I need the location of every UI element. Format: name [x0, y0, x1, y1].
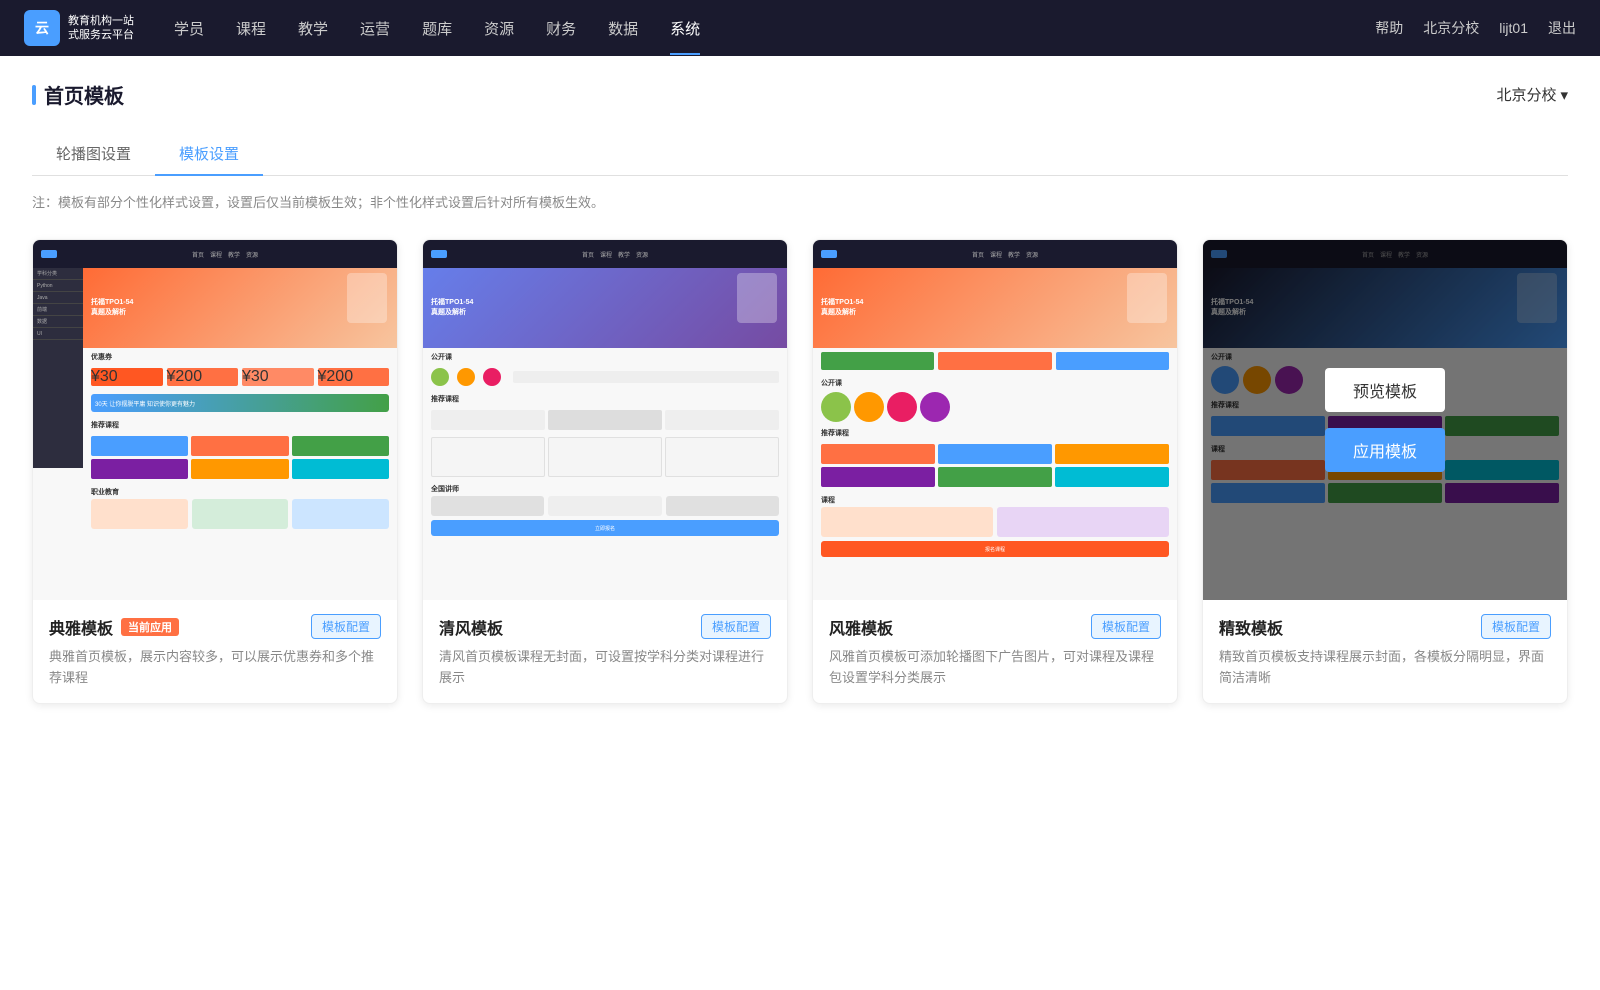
nav-item-system[interactable]: 系统: [670, 14, 700, 43]
template-preview-elegant: 首页 课程 教学 资源 学科分类 Python Java 前端: [33, 240, 397, 600]
nav-right: 帮助 北京分校 lijt01 退出: [1375, 18, 1576, 38]
template-name-elegant: 典雅模板 当前应用: [49, 615, 179, 639]
template-name-fengya: 风雅模板: [829, 615, 893, 639]
nav-item-courses[interactable]: 课程: [236, 14, 266, 43]
navbar: 云 教育机构一站 式服务云平台 学员 课程 教学 运营 题库 资源 财务 数据 …: [0, 0, 1600, 56]
logo-text: 教育机构一站 式服务云平台: [68, 14, 134, 43]
template-card-wind: 首页 课程 教学 资源 托福TPO1-54真题及解析 公开课: [422, 239, 788, 704]
template-card-refined: 首页 课程 教学 资源 托福TPO1-54真题及解析 公开课: [1202, 239, 1568, 704]
nav-item-operations[interactable]: 运营: [360, 14, 390, 43]
config-button-fengya[interactable]: 模板配置: [1091, 614, 1161, 639]
template-card-elegant: 首页 课程 教学 资源 学科分类 Python Java 前端: [32, 239, 398, 704]
branch-selector[interactable]: 北京分校 ▾: [1496, 84, 1568, 105]
template-name-wind: 清风模板: [439, 615, 503, 639]
config-button-elegant[interactable]: 模板配置: [311, 614, 381, 639]
nav-menu: 学员 课程 教学 运营 题库 资源 财务 数据 系统: [174, 14, 1375, 43]
config-button-wind[interactable]: 模板配置: [701, 614, 771, 639]
page-container: 首页模板 北京分校 ▾ 轮播图设置 模板设置 注：模板有部分个性化样式设置，设置…: [0, 56, 1600, 990]
template-preview-fengya: 首页 课程 教学 资源 托福TPO1-54真题及解析: [813, 240, 1177, 600]
nav-item-finance[interactable]: 财务: [546, 14, 576, 43]
template-desc-elegant: 典雅首页模板，展示内容较多，可以展示优惠券和多个推荐课程: [49, 647, 381, 689]
tab-bar: 轮播图设置 模板设置: [32, 133, 1568, 176]
page-header: 首页模板 北京分校 ▾: [32, 80, 1568, 109]
tab-carousel[interactable]: 轮播图设置: [32, 133, 155, 176]
chevron-down-icon: ▾: [1560, 86, 1568, 104]
tab-template[interactable]: 模板设置: [155, 133, 263, 176]
template-preview-wind: 首页 课程 教学 资源 托福TPO1-54真题及解析 公开课: [423, 240, 787, 600]
nav-item-teaching[interactable]: 教学: [298, 14, 328, 43]
logo[interactable]: 云 教育机构一站 式服务云平台: [24, 10, 134, 46]
nav-item-resources[interactable]: 资源: [484, 14, 514, 43]
nav-item-questions[interactable]: 题库: [422, 14, 452, 43]
nav-logout[interactable]: 退出: [1548, 18, 1576, 38]
template-info-wind: 清风模板 模板配置 清风首页模板课程无封面，可设置按学科分类对课程进行展示: [423, 600, 787, 703]
note-text: 注：模板有部分个性化样式设置，设置后仅当前模板生效；非个性化样式设置后针对所有模…: [32, 192, 1568, 211]
template-info-fengya: 风雅模板 模板配置 风雅首页模板可添加轮播图下广告图片，可对课程及课程包设置学科…: [813, 600, 1177, 703]
template-grid: 首页 课程 教学 资源 学科分类 Python Java 前端: [32, 239, 1568, 704]
config-button-refined[interactable]: 模板配置: [1481, 614, 1551, 639]
nav-branch[interactable]: 北京分校: [1423, 18, 1479, 38]
logo-icon: 云: [24, 10, 60, 46]
template-overlay-refined: 预览模板 应用模板: [1203, 240, 1567, 600]
nav-user[interactable]: lijt01: [1499, 20, 1528, 36]
template-desc-refined: 精致首页模板支持课程展示封面，各模板分隔明显，界面简洁清晰: [1219, 647, 1551, 689]
current-badge-elegant: 当前应用: [121, 618, 179, 636]
apply-button-refined[interactable]: 应用模板: [1325, 428, 1445, 472]
template-preview-refined: 首页 课程 教学 资源 托福TPO1-54真题及解析 公开课: [1203, 240, 1567, 600]
template-info-elegant: 典雅模板 当前应用 模板配置 典雅首页模板，展示内容较多，可以展示优惠券和多个推…: [33, 600, 397, 703]
nav-help[interactable]: 帮助: [1375, 18, 1403, 38]
template-desc-fengya: 风雅首页模板可添加轮播图下广告图片，可对课程及课程包设置学科分类展示: [829, 647, 1161, 689]
nav-item-students[interactable]: 学员: [174, 14, 204, 43]
preview-button-refined[interactable]: 预览模板: [1325, 368, 1445, 412]
template-card-fengya: 首页 课程 教学 资源 托福TPO1-54真题及解析: [812, 239, 1178, 704]
template-info-refined: 精致模板 模板配置 精致首页模板支持课程展示封面，各模板分隔明显，界面简洁清晰: [1203, 600, 1567, 703]
page-title: 首页模板: [32, 80, 124, 109]
nav-item-data[interactable]: 数据: [608, 14, 638, 43]
template-desc-wind: 清风首页模板课程无封面，可设置按学科分类对课程进行展示: [439, 647, 771, 689]
template-name-refined: 精致模板: [1219, 615, 1283, 639]
